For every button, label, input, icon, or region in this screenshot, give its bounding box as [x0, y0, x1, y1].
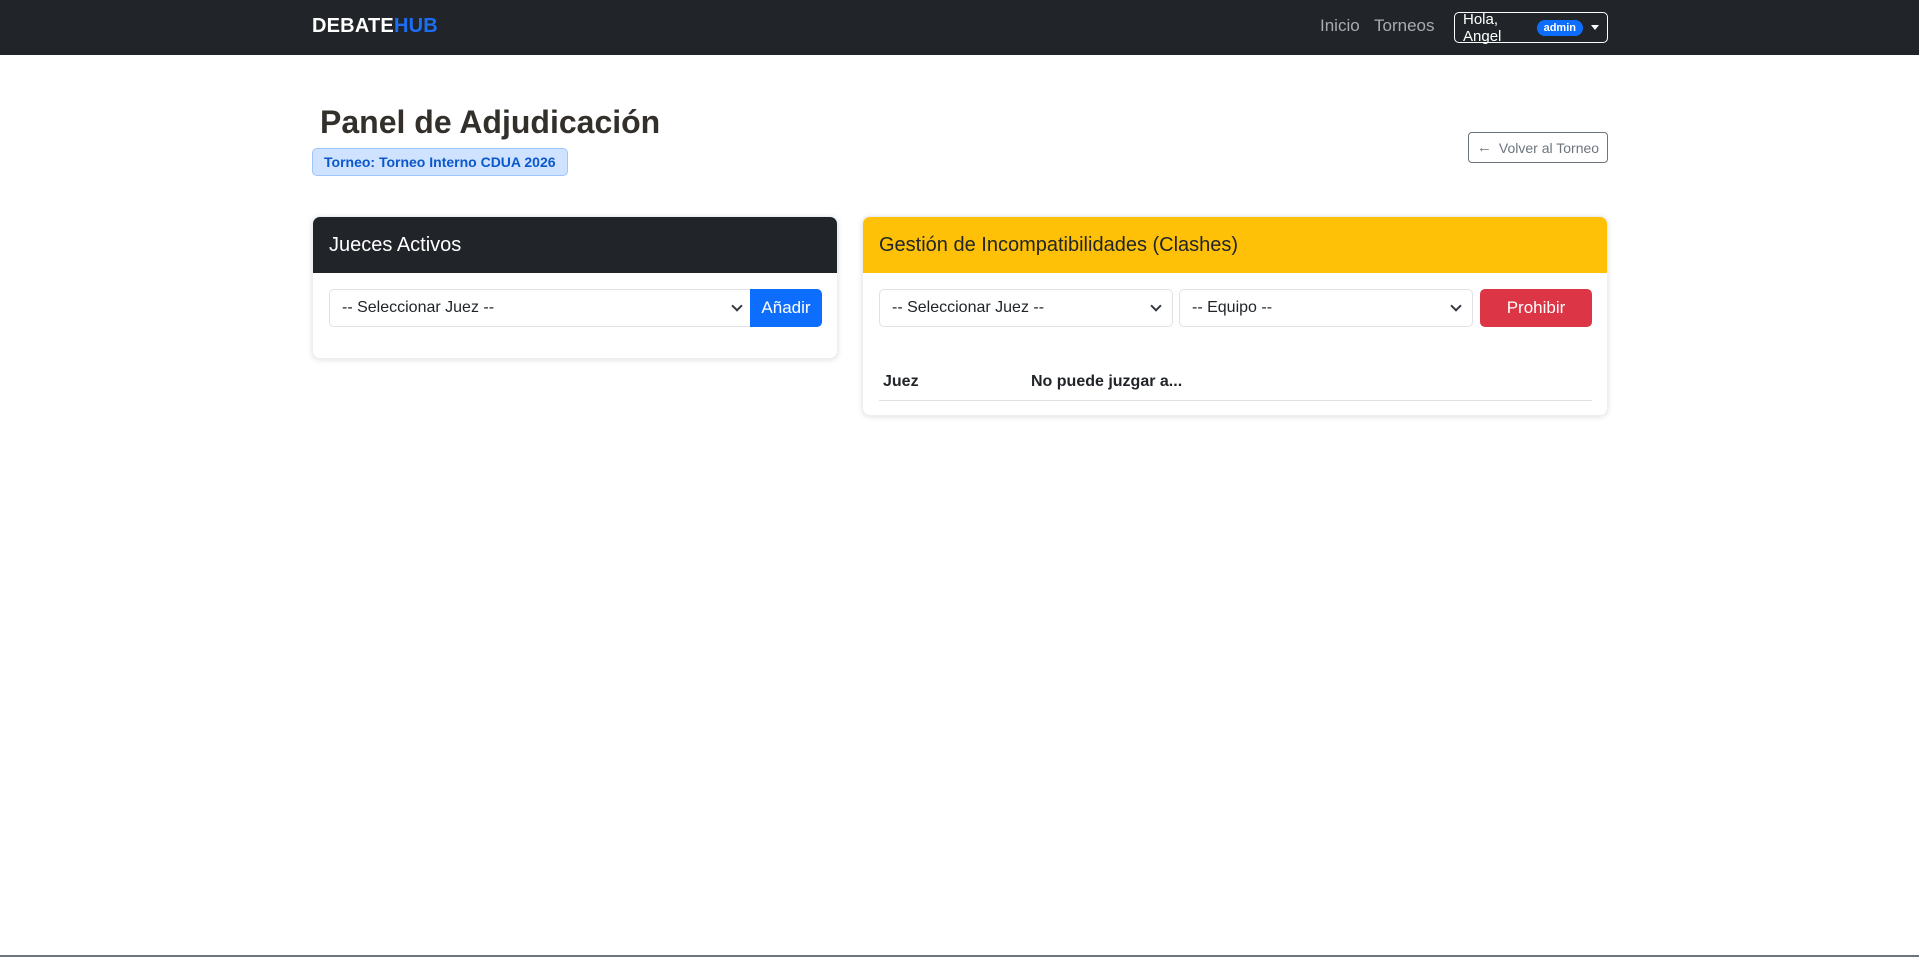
clash-judge-select-value: -- Seleccionar Juez --	[892, 299, 1045, 316]
user-greeting: Hola, Angel	[1463, 10, 1502, 45]
judge-select-value: -- Seleccionar Juez --	[342, 299, 495, 316]
user-menu-button[interactable]: Hola, Angel admin	[1454, 10, 1608, 45]
clashes-card: Gestión de Incompatibilidades (Clashes) …	[862, 216, 1608, 416]
active-judges-header: Jueces Activos	[313, 217, 837, 273]
clash-judge-select[interactable]: -- Seleccionar Juez --	[879, 289, 1173, 327]
brand-text-hub: HUB	[393, 15, 438, 37]
tournament-badge: Torneo: Torneo Interno CDUA 2026	[312, 148, 568, 176]
clash-team-select-value: -- Equipo --	[1192, 299, 1273, 316]
back-button-label: Volver al Torneo	[1498, 139, 1600, 156]
column-header-no-puede-juzgar: No puede juzgar a...	[1031, 373, 1183, 390]
brand-text-debate: DEBATE	[312, 15, 394, 37]
chevron-down-icon	[731, 300, 743, 312]
caret-down-icon	[1591, 25, 1599, 30]
chevron-down-icon	[1150, 300, 1162, 312]
nav-link-torneos[interactable]: Torneos	[1374, 16, 1434, 36]
chevron-down-icon	[1450, 300, 1462, 312]
page-title: Panel de Adjudicación	[320, 104, 661, 140]
user-role-badge: admin	[1536, 19, 1583, 36]
page: DEBATEHUB Inicio Torneos Hola, Angel adm…	[0, 0, 1919, 957]
arrow-left-icon: ←	[1476, 139, 1492, 156]
back-to-tournament-button[interactable]: ← Volver al Torneo	[1468, 132, 1608, 163]
add-judge-button[interactable]: Añadir	[750, 289, 822, 327]
navbar: DEBATEHUB Inicio Torneos Hola, Angel adm…	[0, 0, 1919, 55]
clashes-header: Gestión de Incompatibilidades (Clashes)	[863, 217, 1607, 273]
clashes-table-header: Juez No puede juzgar a...	[879, 357, 1592, 401]
nav-link-inicio[interactable]: Inicio	[1320, 16, 1360, 36]
judge-select[interactable]: -- Seleccionar Juez --	[329, 289, 754, 327]
brand-logo[interactable]: DEBATEHUB	[312, 15, 438, 38]
prohibit-button[interactable]: Prohibir	[1480, 289, 1592, 327]
clash-team-select[interactable]: -- Equipo --	[1179, 289, 1473, 327]
active-judges-card: Jueces Activos -- Seleccionar Juez -- Añ…	[312, 216, 838, 359]
column-header-juez: Juez	[883, 373, 919, 390]
